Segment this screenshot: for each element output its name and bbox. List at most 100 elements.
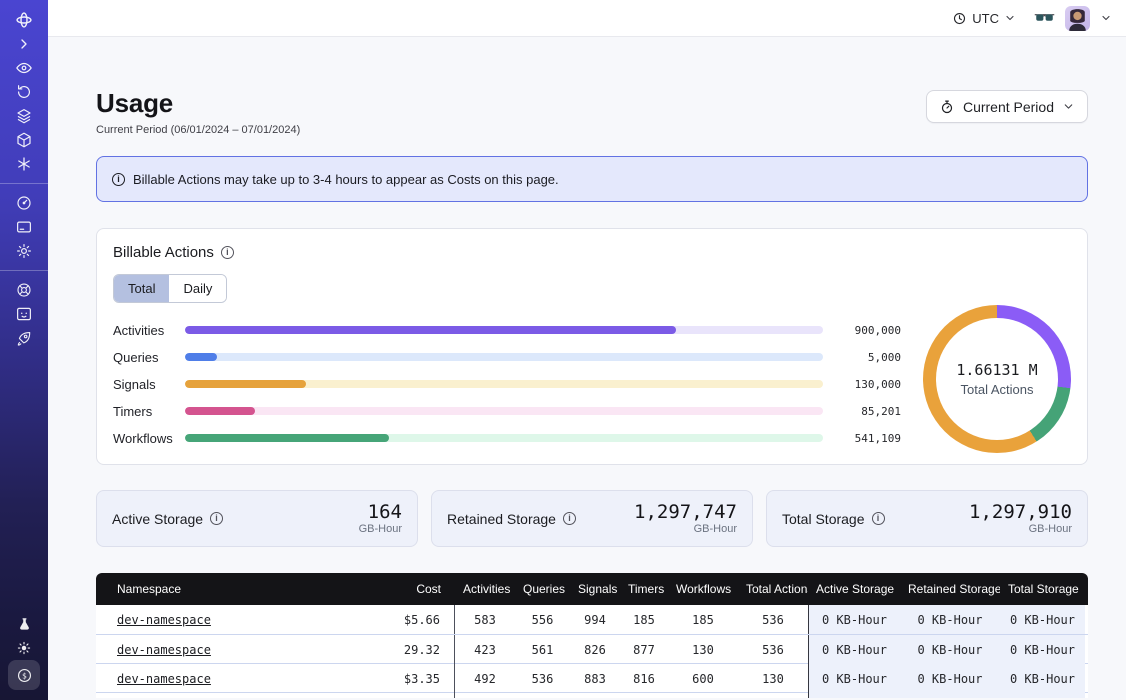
bar-value: 900,000: [823, 324, 901, 337]
bar-category-label: Signals: [113, 377, 185, 392]
table-cell: 583: [455, 613, 515, 627]
bar-track: [185, 353, 823, 361]
table-cell: 826: [570, 643, 620, 657]
bar-value: 541,109: [823, 432, 901, 445]
total-storage-card: Total Storage 1,297,910 GB-Hour: [766, 490, 1088, 547]
donut-total-label: Total Actions: [961, 382, 1034, 397]
bar-value: 85,201: [823, 405, 901, 418]
table-header-cell: Total Storage: [1000, 582, 1085, 596]
page-header: Usage Current Period (06/01/2024 – 07/01…: [96, 88, 1088, 136]
table-cell: [900, 693, 1000, 698]
table-row: dev-namespace$3.354925368838166001300 KB…: [96, 663, 1088, 692]
timezone-selector[interactable]: UTC: [952, 11, 1016, 26]
active-storage-value: 164: [359, 502, 402, 523]
table-cell: 536: [738, 643, 808, 657]
table-cell: 185: [668, 613, 738, 627]
bar-value: 5,000: [823, 351, 901, 364]
timezone-label: UTC: [972, 11, 999, 26]
glasses-icon[interactable]: [1034, 11, 1055, 26]
table-cell: [1000, 693, 1085, 698]
period-select-button[interactable]: Current Period: [926, 90, 1088, 123]
table-cell: 185: [620, 613, 668, 627]
table-cell: 0 KB-Hour: [900, 635, 1000, 664]
retained-storage-unit: GB-Hour: [634, 523, 737, 535]
expand-chevron-icon[interactable]: [6, 32, 42, 56]
table-cell: 561: [515, 643, 570, 657]
layers-icon[interactable]: [6, 104, 42, 128]
retained-storage-card: Retained Storage 1,297,747 GB-Hour: [431, 490, 753, 547]
table-header-row: NamespaceCostActivitiesQueriesSignalsTim…: [96, 573, 1088, 605]
billable-tabs: Total Daily: [113, 274, 227, 303]
terminal-face-icon[interactable]: [6, 302, 42, 326]
bar-track: [185, 380, 823, 388]
bar-track: [185, 326, 823, 334]
table-header-cell: Total Actions: [738, 582, 808, 596]
storage-summary-row: Active Storage 164 GB-Hour Retained Stor…: [96, 490, 1088, 547]
tab-total[interactable]: Total: [114, 275, 169, 302]
info-icon[interactable]: [872, 512, 885, 525]
retained-storage-label: Retained Storage: [447, 511, 556, 527]
table-cell: 0 KB-Hour: [1000, 605, 1085, 634]
bar-row-queries: Queries5,000: [113, 353, 901, 361]
table-header-cell: Workflows: [668, 582, 738, 596]
table-header-cell: Signals: [570, 582, 620, 596]
table-cell: 0 KB-Hour: [900, 605, 1000, 634]
sidebar: $: [0, 0, 48, 700]
namespace-link[interactable]: dev-namespace: [117, 643, 211, 657]
table-cell: dev-namespace: [96, 613, 336, 627]
table-cell: 883: [570, 672, 620, 686]
avatar[interactable]: [1065, 6, 1090, 31]
bar-row-workflows: Workflows541,109: [113, 434, 901, 442]
table-cell: dev-namespace: [96, 643, 336, 657]
info-icon[interactable]: [221, 246, 234, 259]
chevron-down-icon: [1004, 12, 1016, 24]
gauge-icon[interactable]: [6, 191, 42, 215]
namespace-link[interactable]: dev-namespace: [117, 672, 211, 686]
card-icon[interactable]: [6, 215, 42, 239]
total-actions-donut: 1.66131 M Total Actions: [923, 305, 1071, 453]
topbar: UTC: [48, 0, 1126, 37]
cube-icon[interactable]: [6, 128, 42, 152]
table-cell: $3.35: [336, 664, 455, 693]
gear-icon[interactable]: [6, 239, 42, 263]
tab-daily[interactable]: Daily: [169, 275, 226, 302]
table-body: dev-namespace$5.665835569941851855360 KB…: [96, 605, 1088, 698]
bar-row-activities: Activities900,000: [113, 326, 901, 334]
history-icon[interactable]: [6, 80, 42, 104]
namespace-link[interactable]: dev-namespace: [117, 613, 211, 627]
table-cell: dev-namespace: [96, 672, 336, 686]
dollar-icon[interactable]: $: [8, 660, 40, 690]
table-cell: 536: [738, 613, 808, 627]
table-cell: $5.66: [336, 605, 455, 634]
eye-icon[interactable]: [6, 56, 42, 80]
sun-icon[interactable]: [6, 636, 42, 660]
billable-actions-title: Billable Actions: [113, 244, 214, 261]
active-storage-label: Active Storage: [112, 511, 203, 527]
main-content: Usage Current Period (06/01/2024 – 07/01…: [48, 37, 1126, 700]
bar-category-label: Queries: [113, 350, 185, 365]
table-cell: 0 KB-Hour: [808, 635, 900, 664]
chevron-down-icon[interactable]: [1100, 12, 1112, 24]
info-icon[interactable]: [210, 512, 223, 525]
table-cell: 994: [570, 613, 620, 627]
rocket-icon[interactable]: [6, 326, 42, 350]
table-cell: [336, 693, 455, 698]
bar-track: [185, 407, 823, 415]
flask-icon[interactable]: [6, 612, 42, 636]
info-icon[interactable]: [563, 512, 576, 525]
table-cell: 0 KB-Hour: [1000, 664, 1085, 693]
table-cell: 130: [738, 672, 808, 686]
table-cell: [808, 693, 900, 698]
table-cell: 492: [455, 672, 515, 686]
donut-total-value: 1.66131 M: [956, 361, 1037, 379]
table-header-cell: Active Storage: [808, 582, 900, 596]
table-cell: 816: [620, 672, 668, 686]
billable-actions-card: Billable Actions Total Daily Activities9…: [96, 228, 1088, 465]
table-cell: 600: [668, 672, 738, 686]
asterisk-icon[interactable]: [6, 152, 42, 176]
stopwatch-icon: [939, 99, 955, 115]
table-cell: 0 KB-Hour: [900, 664, 1000, 693]
period-button-label: Current Period: [963, 99, 1054, 115]
lifebuoy-icon[interactable]: [6, 278, 42, 302]
bar-fill: [185, 434, 389, 442]
